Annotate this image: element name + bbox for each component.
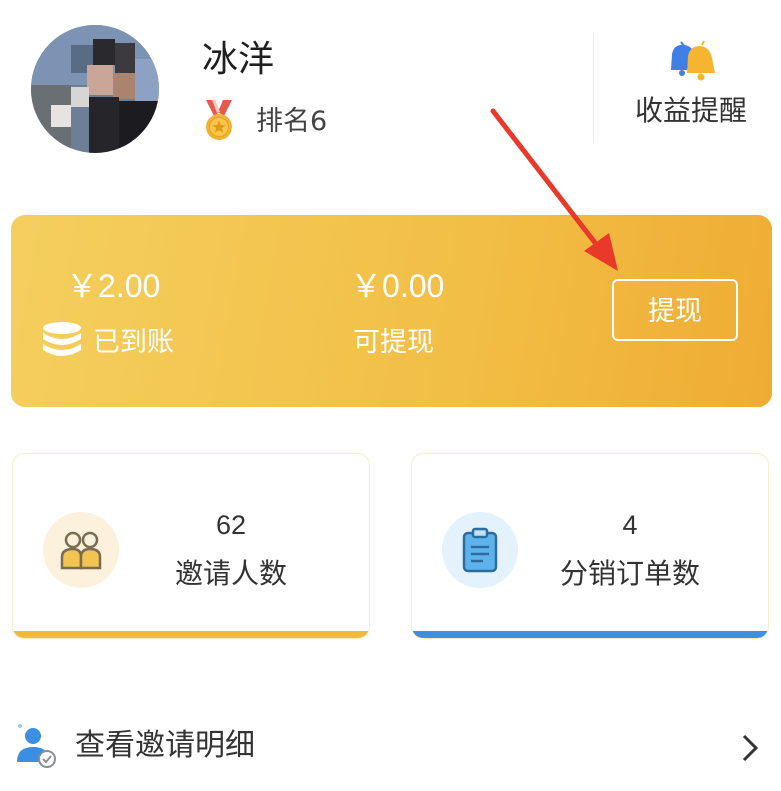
invite-count-card[interactable]: 62 邀请人数	[12, 453, 370, 639]
order-count-card[interactable]: 4 分销订单数	[411, 453, 769, 639]
order-count-label: 分销订单数	[559, 557, 700, 590]
invite-count-value: 62	[215, 510, 247, 540]
annotation-arrow	[490, 108, 618, 271]
earnings-reminder-label[interactable]: 收益提醒	[635, 92, 747, 130]
received-label: 已到账	[93, 327, 174, 358]
invite-detail-label: 查看邀请明细	[75, 728, 255, 763]
user-check-icon	[17, 724, 56, 768]
order-count-value: 4	[622, 510, 638, 540]
order-card-accent-bar	[412, 631, 768, 638]
withdrawable-amount: ￥0.00	[350, 268, 445, 304]
withdraw-button[interactable]: 提现	[612, 279, 738, 341]
bell-icon[interactable]	[668, 40, 718, 84]
invite-card-accent-bar	[13, 631, 369, 638]
coins-icon	[43, 322, 81, 356]
withdrawable-label: 可提现	[353, 327, 434, 358]
avatar[interactable]	[31, 25, 159, 153]
username: 冰洋	[202, 39, 275, 80]
received-amount: ￥2.00	[66, 268, 161, 304]
rank-label: 排名6	[256, 106, 328, 137]
medal-icon	[206, 100, 232, 140]
invite-count-label: 邀请人数	[174, 557, 287, 590]
chevron-right-icon	[742, 734, 759, 762]
